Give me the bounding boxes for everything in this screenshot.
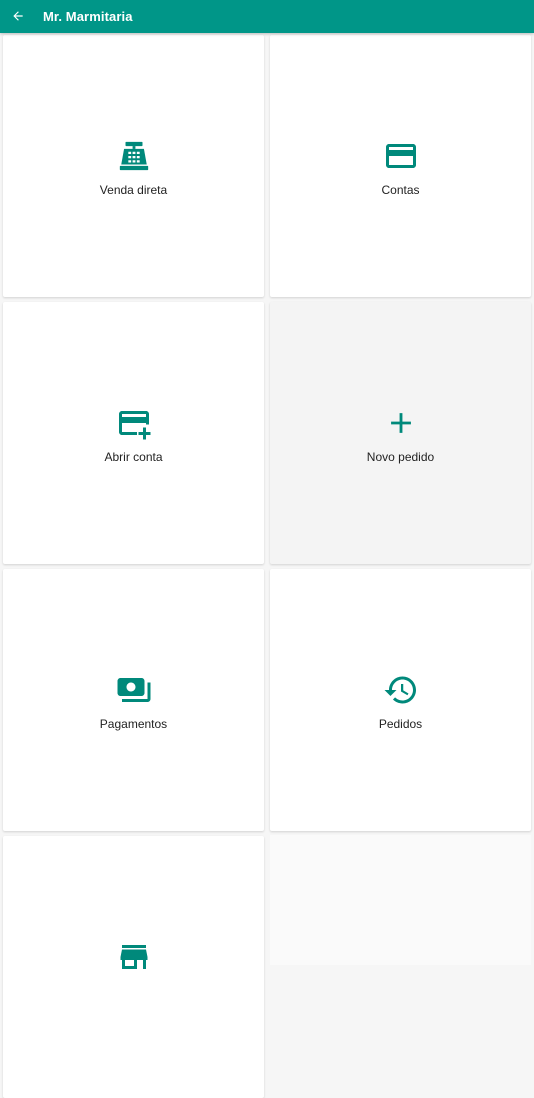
menu-label: Novo pedido bbox=[366, 450, 435, 464]
menu-label: Contas bbox=[381, 183, 420, 197]
credit-card-icon bbox=[385, 144, 416, 168]
menu-label: Pagamentos bbox=[99, 717, 168, 731]
menu-card-pedidos[interactable]: Pedidos bbox=[270, 569, 531, 831]
menu-card-novo-pedido[interactable]: Novo pedido bbox=[270, 302, 531, 564]
menu-card-pagamentos[interactable]: Pagamentos bbox=[3, 569, 264, 831]
credit-card-plus-icon bbox=[118, 411, 150, 440]
menu-card-store[interactable] bbox=[3, 836, 264, 1098]
menu-label: Abrir conta bbox=[104, 450, 163, 464]
menu-card-abrir-conta[interactable]: Abrir conta bbox=[3, 302, 264, 564]
menu-grid: Venda direta Contas Abrir conta Novo ped… bbox=[0, 33, 534, 1098]
menu-card-contas[interactable]: Contas bbox=[270, 35, 531, 297]
menu-card-venda-direta[interactable]: Venda direta bbox=[3, 35, 264, 297]
app-bar: Mr. Marmitaria bbox=[0, 0, 534, 33]
menu-label: Pedidos bbox=[378, 717, 423, 731]
history-icon bbox=[384, 676, 416, 704]
arrow-back-icon bbox=[13, 11, 23, 21]
cash-payments-icon bbox=[117, 678, 150, 702]
empty-grid-cell bbox=[270, 835, 531, 965]
plus-icon bbox=[390, 413, 411, 433]
store-icon bbox=[120, 945, 147, 969]
back-button[interactable] bbox=[8, 6, 28, 26]
menu-label: Venda direta bbox=[99, 183, 168, 197]
cash-register-icon bbox=[119, 141, 148, 171]
app-title: Mr. Marmitaria bbox=[43, 9, 133, 24]
